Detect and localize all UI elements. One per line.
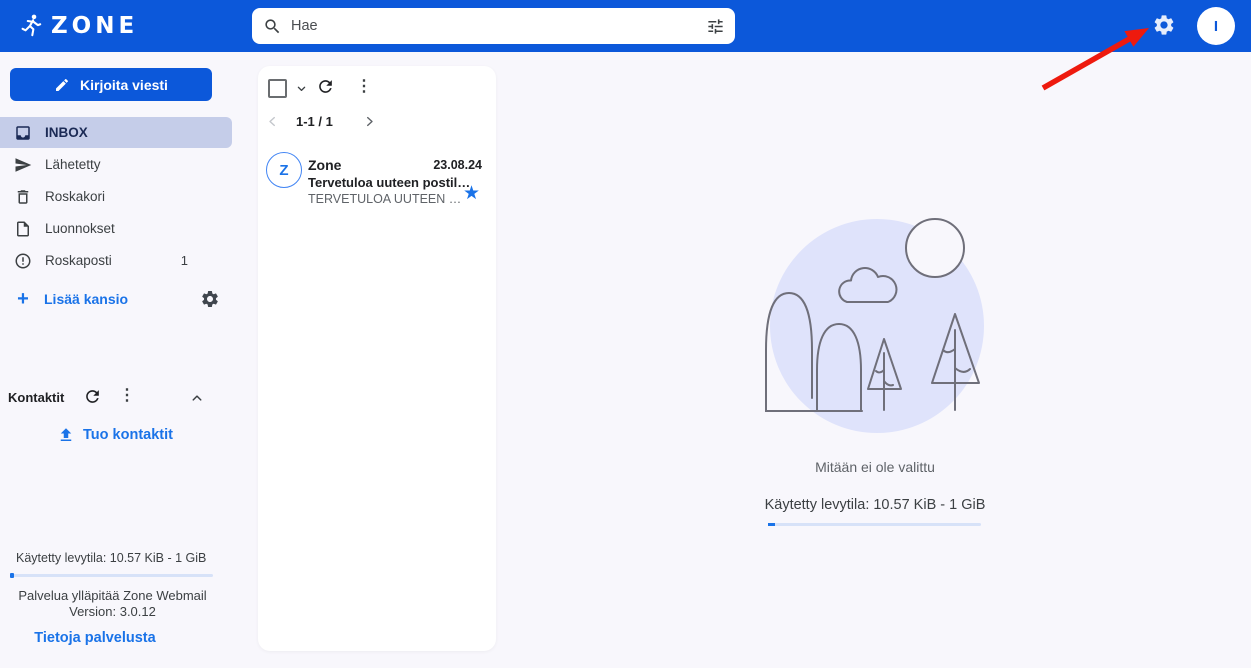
add-folder-label: Lisää kansio <box>44 290 129 307</box>
contacts-title: Kontaktit <box>8 390 65 405</box>
folder-label: Lähetetty <box>45 157 101 172</box>
sidebar-item-sent[interactable]: Lähetetty <box>0 149 232 180</box>
trash-icon <box>17 189 29 204</box>
send-icon <box>15 157 32 172</box>
message-list-panel: ⋮ 1-1 / 1 Z Zone 23.08.24 Tervetuloa uut… <box>258 66 496 651</box>
message-row[interactable]: Z Zone 23.08.24 Tervetuloa uuteen postil… <box>258 148 496 214</box>
sender-avatar: Z <box>266 152 302 188</box>
message-date: 23.08.24 <box>433 158 482 172</box>
brand-name: ZONE <box>51 13 139 39</box>
pagination-range: 1-1 / 1 <box>296 114 333 129</box>
select-menu-chevron-icon[interactable] <box>294 81 309 96</box>
import-contacts-label: Tuo kontaktit <box>83 427 173 443</box>
refresh-icon <box>319 80 332 93</box>
avatar[interactable]: I <box>1197 7 1235 45</box>
maintainer-info: Palvelua ylläpitää Zone Webmail Version:… <box>0 588 225 620</box>
maintainer-line2: Version: 3.0.12 <box>69 604 156 619</box>
list-more-icon[interactable]: ⋮ <box>356 76 372 96</box>
contacts-collapse-button[interactable] <box>188 389 206 407</box>
folder-label: Luonnokset <box>45 221 115 236</box>
pencil-icon <box>56 78 69 91</box>
search-placeholder-text: Hae <box>291 18 318 34</box>
message-sender: Zone <box>308 157 342 173</box>
gear-icon <box>202 291 218 307</box>
search-filter-icon[interactable] <box>706 17 725 36</box>
sidebar-item-drafts[interactable]: Luonnokset <box>0 213 232 244</box>
contacts-more-icon[interactable]: ⋮ <box>119 386 135 406</box>
brand-logo[interactable]: ZONE <box>18 12 138 40</box>
about-service-link[interactable]: Tietoja palvelusta <box>0 630 190 646</box>
plus-icon: + <box>17 287 29 310</box>
pagination-next-icon[interactable] <box>361 113 378 130</box>
spam-icon <box>15 253 31 268</box>
folder-label: Roskaposti <box>45 253 112 268</box>
sidebar-item-inbox[interactable]: INBOX <box>0 117 232 148</box>
upload-icon <box>60 428 72 441</box>
message-preview: TERVETULOA UUTEEN … <box>308 192 462 206</box>
sidebar-item-trash[interactable]: Roskakori <box>0 181 232 212</box>
sidebar-item-spam[interactable]: Roskaposti 1 <box>0 245 232 276</box>
star-icon[interactable]: ★ <box>463 184 480 204</box>
runner-icon <box>21 14 42 37</box>
quota-text: Käytetty levytila: 10.57 KiB - 1 GiB <box>764 497 986 513</box>
draft-icon <box>17 221 29 236</box>
gear-icon <box>1154 15 1174 35</box>
search-icon <box>263 17 282 36</box>
message-subject: Tervetuloa uuteen postil… <box>308 175 471 190</box>
refresh-icon <box>86 390 99 403</box>
select-all-checkbox[interactable] <box>268 79 287 98</box>
pagination-prev-icon[interactable] <box>264 113 281 130</box>
compose-button[interactable]: Kirjoita viesti <box>10 68 212 101</box>
search-input[interactable]: Hae <box>252 8 735 44</box>
contacts-refresh-button[interactable] <box>83 387 102 406</box>
folder-label: Roskakori <box>45 189 106 204</box>
settings-button[interactable] <box>1152 13 1178 39</box>
compose-label: Kirjoita viesti <box>80 76 168 93</box>
list-refresh-button[interactable] <box>316 77 335 96</box>
quota-progress-fill <box>10 573 14 578</box>
folder-settings-button[interactable] <box>200 289 220 309</box>
inbox-icon <box>16 125 30 140</box>
empty-state-text: Mitään ei ole valittu <box>815 459 935 475</box>
import-contacts-button[interactable]: Tuo kontaktit <box>0 424 230 446</box>
quota-progressbar <box>768 523 981 526</box>
quota-text: Käytetty levytila: 10.57 KiB - 1 GiB <box>16 551 207 565</box>
avatar-initial: I <box>1213 17 1219 35</box>
empty-state-illustration <box>765 218 984 433</box>
topbar: ZONE Hae I <box>0 0 1251 52</box>
maintainer-line1: Palvelua ylläpitää Zone Webmail <box>18 588 207 603</box>
folder-label: INBOX <box>45 125 88 140</box>
unread-count: 1 <box>180 253 188 268</box>
chevron-up-icon <box>192 395 202 401</box>
quota-progress-fill <box>768 523 775 526</box>
add-folder-button[interactable]: + Lisää kansio <box>0 283 232 314</box>
quota-progressbar <box>10 573 213 578</box>
